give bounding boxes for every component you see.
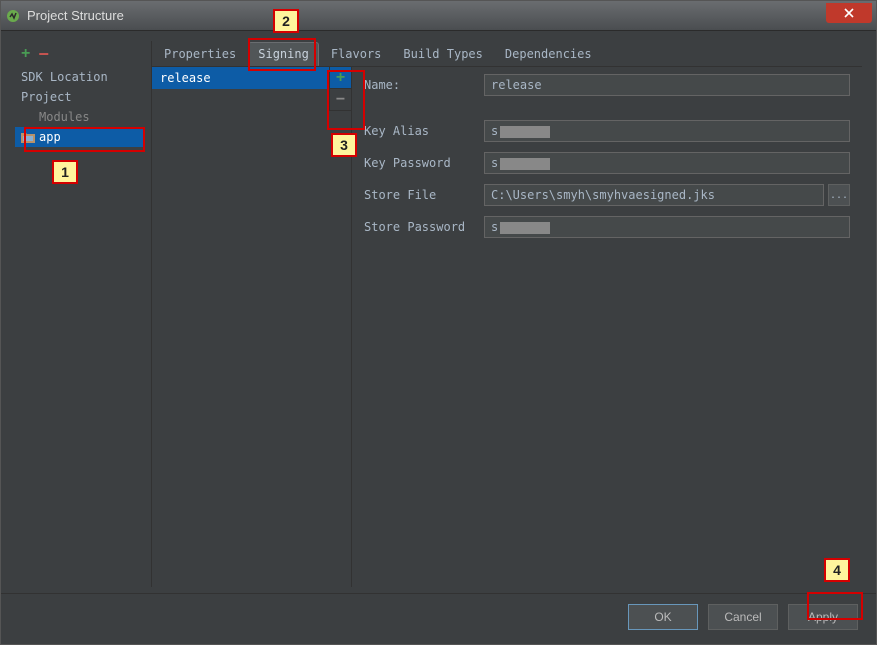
tab-signing[interactable]: Signing <box>248 42 319 66</box>
window-title: Project Structure <box>27 8 826 23</box>
key-alias-label: Key Alias <box>364 124 484 138</box>
key-alias-value: s <box>491 124 498 138</box>
tab-properties[interactable]: Properties <box>154 42 246 66</box>
remove-config-button[interactable]: − <box>330 89 351 111</box>
main-panel: Properties Signing Flavors Build Types D… <box>151 41 862 587</box>
ok-button[interactable]: OK <box>628 604 698 630</box>
remove-module-button[interactable]: − <box>38 44 49 65</box>
config-item-release[interactable]: release <box>152 67 351 89</box>
titlebar: Project Structure <box>1 1 876 31</box>
app-icon <box>5 8 21 24</box>
close-icon <box>844 8 854 18</box>
sidebar-item-project[interactable]: Project <box>15 87 145 107</box>
sidebar-item-app[interactable]: app <box>15 127 145 147</box>
tab-flavors[interactable]: Flavors <box>321 42 392 66</box>
name-label: Name: <box>364 78 484 92</box>
redacted-segment <box>500 222 550 234</box>
signing-config-list: release + − <box>152 67 352 587</box>
sidebar-toolbar: + − <box>15 41 145 67</box>
store-password-input[interactable]: s <box>484 216 850 238</box>
add-module-button[interactable]: + <box>21 45 30 63</box>
apply-button[interactable]: Apply <box>788 604 858 630</box>
tab-dependencies[interactable]: Dependencies <box>495 42 602 66</box>
key-alias-input[interactable]: s <box>484 120 850 142</box>
folder-icon <box>21 131 35 143</box>
tab-bar: Properties Signing Flavors Build Types D… <box>152 41 862 67</box>
sidebar: + − SDK Location Project Modules app <box>15 41 145 587</box>
store-password-label: Store Password <box>364 220 484 234</box>
cancel-button[interactable]: Cancel <box>708 604 778 630</box>
signing-form: Name: Key Alias s Key Password s Store F… <box>352 67 862 587</box>
key-password-label: Key Password <box>364 156 484 170</box>
close-button[interactable] <box>826 3 872 23</box>
name-input[interactable] <box>484 74 850 96</box>
redacted-segment <box>500 126 550 138</box>
key-password-value: s <box>491 156 498 170</box>
browse-button[interactable]: ... <box>828 184 850 206</box>
module-tree: SDK Location Project Modules app <box>15 67 145 587</box>
store-file-label: Store File <box>364 188 484 202</box>
redacted-segment <box>500 158 550 170</box>
dialog-button-bar: OK Cancel Apply <box>1 593 876 644</box>
store-file-input[interactable] <box>484 184 824 206</box>
sidebar-heading-modules: Modules <box>15 107 145 127</box>
key-password-input[interactable]: s <box>484 152 850 174</box>
add-config-button[interactable]: + <box>330 67 351 89</box>
sidebar-item-label: app <box>39 130 61 144</box>
tab-build-types[interactable]: Build Types <box>393 42 492 66</box>
store-password-value: s <box>491 220 498 234</box>
sidebar-item-sdk-location[interactable]: SDK Location <box>15 67 145 87</box>
